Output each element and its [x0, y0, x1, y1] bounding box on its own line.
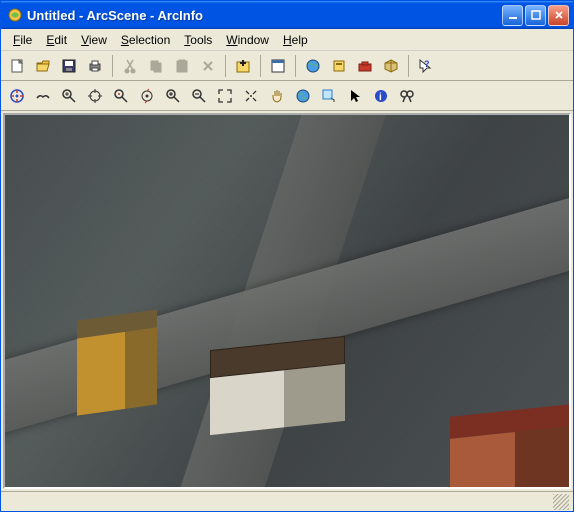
expand-fov-icon[interactable] — [239, 84, 263, 108]
separator — [408, 55, 409, 77]
print-icon[interactable] — [83, 54, 107, 78]
cut-icon — [118, 54, 142, 78]
save-icon[interactable] — [57, 54, 81, 78]
building-3 — [450, 403, 571, 489]
zoom-out-icon[interactable] — [187, 84, 211, 108]
whats-this-icon[interactable]: ? — [414, 54, 438, 78]
find-icon[interactable] — [395, 84, 419, 108]
set-observer-icon[interactable] — [135, 84, 159, 108]
globe-layer-icon[interactable] — [301, 54, 325, 78]
zoom-in-out-icon[interactable] — [57, 84, 81, 108]
svg-text:i: i — [379, 92, 382, 103]
maximize-button[interactable] — [525, 5, 546, 26]
standard-toolbar: ? — [1, 51, 573, 81]
pointer-icon[interactable] — [343, 84, 367, 108]
separator — [260, 55, 261, 77]
globe-view-icon[interactable] — [291, 84, 315, 108]
model-icon[interactable] — [379, 54, 403, 78]
app-icon — [7, 7, 23, 23]
menu-view[interactable]: View — [75, 31, 113, 49]
menu-file[interactable]: File — [7, 31, 38, 49]
select-features-icon[interactable] — [317, 84, 341, 108]
application-window: Untitled - ArcScene - ArcInfo File Edit … — [0, 0, 574, 512]
paste-icon — [170, 54, 194, 78]
building-1 — [77, 309, 157, 415]
zoom-in-icon[interactable] — [161, 84, 185, 108]
menu-help[interactable]: Help — [277, 31, 314, 49]
center-target-icon[interactable] — [83, 84, 107, 108]
scene-viewport[interactable] — [3, 113, 571, 489]
window-buttons — [502, 5, 569, 26]
separator — [112, 55, 113, 77]
delete-icon — [196, 54, 220, 78]
window-title: Untitled - ArcScene - ArcInfo — [27, 8, 502, 23]
close-button[interactable] — [548, 5, 569, 26]
terrain-imagery — [5, 115, 569, 487]
nav-toolbar: i — [1, 81, 573, 111]
building-2 — [210, 336, 345, 435]
statusbar — [1, 491, 573, 511]
add-data-icon[interactable] — [231, 54, 255, 78]
new-icon[interactable] — [5, 54, 29, 78]
menubar: File Edit View Selection Tools Window He… — [1, 29, 573, 51]
full-extent-icon[interactable] — [213, 84, 237, 108]
identify-icon[interactable]: i — [369, 84, 393, 108]
separator — [295, 55, 296, 77]
menu-selection[interactable]: Selection — [115, 31, 176, 49]
minimize-button[interactable] — [502, 5, 523, 26]
menu-tools[interactable]: Tools — [178, 31, 218, 49]
toolbox-icon[interactable] — [353, 54, 377, 78]
open-icon[interactable] — [31, 54, 55, 78]
copy-icon — [144, 54, 168, 78]
titlebar: Untitled - ArcScene - ArcInfo — [1, 1, 573, 29]
svg-text:?: ? — [424, 59, 430, 69]
navigate-icon[interactable] — [5, 84, 29, 108]
separator — [225, 55, 226, 77]
catalog-icon[interactable] — [327, 54, 351, 78]
zoom-target-icon[interactable] — [109, 84, 133, 108]
resize-grip[interactable] — [553, 494, 569, 510]
scene-properties-icon[interactable] — [266, 54, 290, 78]
pan-icon[interactable] — [265, 84, 289, 108]
menu-edit[interactable]: Edit — [40, 31, 73, 49]
menu-window[interactable]: Window — [220, 31, 275, 49]
fly-icon[interactable] — [31, 84, 55, 108]
